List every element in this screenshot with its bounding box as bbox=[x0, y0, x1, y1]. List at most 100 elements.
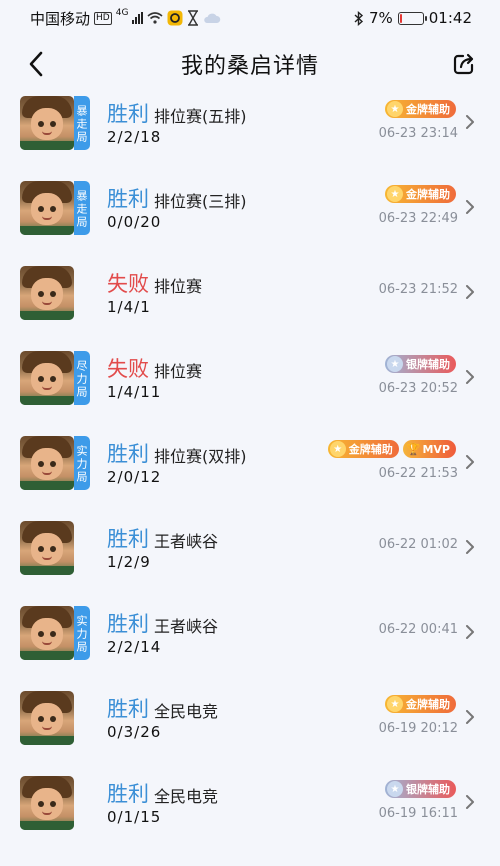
match-row[interactable]: 实力局 胜利 排位赛(双排) 2/0/12 ★ 金牌辅助 🏆 MVP 06-22 21… bbox=[0, 432, 500, 517]
hero-avatar: 暴走局 bbox=[20, 96, 90, 150]
hero-portrait bbox=[20, 96, 74, 150]
match-mode: 排位赛(双排) bbox=[154, 447, 247, 466]
match-time: 06-23 22:49 bbox=[378, 211, 458, 226]
trophy-icon: 🏆 bbox=[406, 442, 421, 456]
badges: ★ 金牌辅助 🏆 MVP bbox=[327, 440, 456, 458]
mode-tag: 实力局 bbox=[74, 436, 90, 490]
match-time: 06-22 00:41 bbox=[378, 622, 458, 637]
star-medal-icon: ★ bbox=[387, 781, 403, 797]
hd-icon: HD bbox=[94, 11, 112, 25]
hero-avatar: 暴走局 bbox=[20, 181, 90, 235]
star-medal-icon: ★ bbox=[329, 441, 346, 457]
hero-avatar: 尽力局 bbox=[20, 351, 90, 405]
status-bar: 中国移动 HD 4G 7% 01:42 bbox=[0, 0, 500, 36]
badge-label: 金牌辅助 bbox=[406, 103, 450, 116]
match-result: 胜利 bbox=[107, 782, 149, 806]
match-mode: 排位赛 bbox=[154, 277, 203, 296]
network-label: 4G bbox=[115, 7, 129, 18]
chevron-right-icon bbox=[466, 795, 474, 809]
match-time: 06-19 16:11 bbox=[378, 806, 458, 821]
match-time: 06-23 21:52 bbox=[378, 282, 458, 297]
badge-label: 银牌辅助 bbox=[406, 783, 450, 796]
match-result: 胜利 bbox=[107, 527, 149, 551]
match-mode: 排位赛 bbox=[154, 362, 203, 381]
badge-label: MVP bbox=[422, 442, 450, 456]
status-left: 中国移动 HD 4G bbox=[30, 8, 221, 29]
match-result: 失败 bbox=[107, 357, 149, 381]
match-result: 失败 bbox=[107, 272, 149, 296]
gold-badge: ★ 金牌辅助 bbox=[327, 440, 399, 458]
chevron-right-icon bbox=[466, 370, 474, 384]
page-title: 我的桑启详情 bbox=[180, 54, 319, 79]
carrier-label: 中国移动 bbox=[30, 9, 91, 28]
hero-avatar bbox=[20, 776, 90, 830]
silver-badge: ★ 银牌辅助 bbox=[385, 780, 456, 798]
match-row[interactable]: 暴走局 胜利 排位赛(五排) 2/2/18 ★ 金牌辅助 06-23 23:14 bbox=[0, 92, 500, 177]
mode-tag: 暴走局 bbox=[74, 96, 90, 150]
hero-portrait bbox=[20, 691, 74, 745]
badges: ★ 金牌辅助 bbox=[385, 695, 456, 713]
star-medal-icon: ★ bbox=[387, 356, 403, 372]
cloud-icon bbox=[203, 12, 221, 24]
mode-tag: 暴走局 bbox=[74, 181, 90, 235]
badge-label: 金牌辅助 bbox=[406, 698, 450, 711]
kda-score: 1/4/1 bbox=[107, 298, 151, 316]
match-result: 胜利 bbox=[107, 102, 149, 126]
match-time: 06-23 23:14 bbox=[378, 126, 458, 141]
kda-score: 2/2/14 bbox=[107, 638, 162, 656]
badges: ★ 银牌辅助 bbox=[385, 780, 456, 798]
match-row[interactable]: 胜利 王者峡谷 1/2/9 06-22 01:02 bbox=[0, 517, 500, 602]
hero-avatar: 实力局 bbox=[20, 436, 90, 490]
chevron-right-icon bbox=[466, 285, 474, 299]
hero-portrait bbox=[20, 266, 74, 320]
hero-portrait bbox=[20, 351, 74, 405]
badges: ★ 金牌辅助 bbox=[385, 185, 456, 203]
match-row[interactable]: 暴走局 胜利 排位赛(三排) 0/0/20 ★ 金牌辅助 06-23 22:49 bbox=[0, 177, 500, 262]
match-list: 暴走局 胜利 排位赛(五排) 2/2/18 ★ 金牌辅助 06-23 23:14 … bbox=[0, 92, 500, 857]
match-row[interactable]: 胜利 全民电竞 0/3/26 ★ 金牌辅助 06-19 20:12 bbox=[0, 687, 500, 772]
match-row[interactable]: 胜利 全民电竞 0/1/15 ★ 银牌辅助 06-19 16:11 bbox=[0, 772, 500, 857]
match-time: 06-22 01:02 bbox=[378, 537, 458, 552]
match-time: 06-19 20:12 bbox=[378, 721, 458, 736]
match-time: 06-22 21:53 bbox=[378, 466, 458, 481]
kda-score: 0/0/20 bbox=[107, 213, 162, 231]
match-result: 胜利 bbox=[107, 612, 149, 636]
hero-avatar: 实力局 bbox=[20, 606, 90, 660]
share-button[interactable] bbox=[450, 50, 478, 78]
kda-score: 2/2/18 bbox=[107, 128, 162, 146]
hero-avatar bbox=[20, 521, 90, 575]
hero-portrait bbox=[20, 776, 74, 830]
hero-avatar bbox=[20, 691, 90, 745]
star-medal-icon: ★ bbox=[387, 186, 403, 202]
kda-score: 1/4/11 bbox=[107, 383, 162, 401]
match-mode: 全民电竞 bbox=[154, 787, 219, 806]
match-mode: 王者峡谷 bbox=[154, 617, 219, 636]
status-right: 7% 01:42 bbox=[354, 9, 472, 27]
gold-badge: ★ 金牌辅助 bbox=[385, 695, 456, 713]
gold-badge: ★ 金牌辅助 bbox=[385, 100, 456, 118]
hero-portrait bbox=[20, 436, 74, 490]
hourglass-icon bbox=[187, 10, 199, 26]
mode-tag: 尽力局 bbox=[74, 351, 90, 405]
match-mode: 排位赛(五排) bbox=[154, 107, 247, 126]
kda-score: 0/1/15 bbox=[107, 808, 162, 826]
back-button[interactable] bbox=[22, 50, 50, 78]
match-row[interactable]: 失败 排位赛 1/4/1 06-23 21:52 bbox=[0, 262, 500, 347]
match-result: 胜利 bbox=[107, 697, 149, 721]
chevron-right-icon bbox=[466, 115, 474, 129]
hero-portrait bbox=[20, 181, 74, 235]
signal-icon bbox=[132, 12, 144, 24]
gold-badge: ★ 金牌辅助 bbox=[385, 185, 456, 203]
badges: ★ 金牌辅助 bbox=[385, 100, 456, 118]
match-row[interactable]: 实力局 胜利 王者峡谷 2/2/14 06-22 00:41 bbox=[0, 602, 500, 687]
chevron-right-icon bbox=[466, 540, 474, 554]
battery-percent: 7% bbox=[368, 9, 393, 27]
battery-icon bbox=[397, 11, 427, 25]
hero-portrait bbox=[20, 606, 74, 660]
clock: 01:42 bbox=[428, 9, 472, 27]
wifi-icon bbox=[147, 12, 163, 24]
badge-label: 金牌辅助 bbox=[406, 188, 450, 201]
silver-badge: ★ 银牌辅助 bbox=[385, 355, 456, 373]
match-mode: 全民电竞 bbox=[154, 702, 219, 721]
match-row[interactable]: 尽力局 失败 排位赛 1/4/11 ★ 银牌辅助 06-23 20:52 bbox=[0, 347, 500, 432]
